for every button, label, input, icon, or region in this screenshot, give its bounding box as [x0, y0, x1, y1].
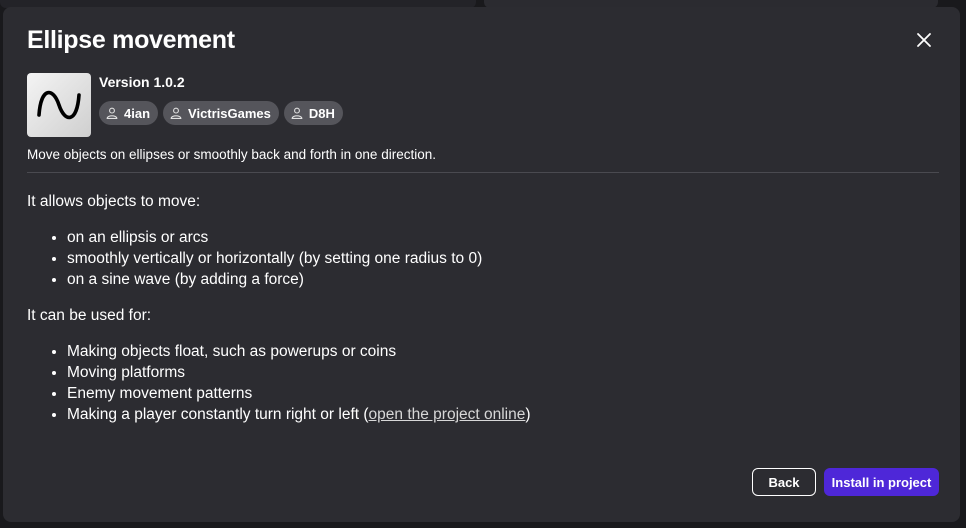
close-button[interactable] — [911, 27, 937, 53]
person-icon — [106, 107, 118, 119]
sine-wave-icon — [37, 90, 81, 120]
list-item: smoothly vertically or horizontally (by … — [67, 248, 927, 269]
description-paragraph: It can be used for: — [27, 307, 152, 324]
list-item-text: Making a player constantly turn right or… — [67, 406, 369, 423]
version-label: Version 1.0.2 — [99, 74, 185, 90]
list-item-text: ) — [525, 406, 531, 423]
list-item: Moving platforms — [67, 362, 927, 383]
author-list: 4ian VictrisGames D8H — [99, 101, 343, 125]
short-description: Move objects on ellipses or smoothly bac… — [27, 147, 436, 162]
list-item: Making objects float, such as powerups o… — [67, 341, 927, 362]
description-list: on an ellipsis or arcs smoothly vertical… — [27, 227, 927, 290]
dialog-title: Ellipse movement — [27, 26, 235, 54]
author-name: D8H — [308, 105, 335, 121]
person-icon — [291, 107, 303, 119]
author-chip[interactable]: VictrisGames — [163, 101, 279, 125]
open-project-link[interactable]: open the project online — [369, 406, 526, 423]
extension-details-dialog: Ellipse movement Version 1.0.2 4ian Vict… — [3, 7, 960, 522]
description-paragraph: It allows objects to move: — [27, 193, 201, 210]
author-name: 4ian — [124, 105, 151, 121]
description-list: Making objects float, such as powerups o… — [27, 341, 927, 425]
extension-thumbnail — [27, 73, 91, 137]
divider — [27, 172, 939, 173]
back-button[interactable]: Back — [752, 468, 816, 496]
list-item: on an ellipsis or arcs — [67, 227, 927, 248]
author-chip[interactable]: 4ian — [99, 101, 159, 125]
install-button[interactable]: Install in project — [824, 468, 939, 496]
close-icon — [917, 33, 931, 47]
author-chip[interactable]: D8H — [283, 101, 343, 125]
person-icon — [170, 107, 182, 119]
full-description: It allows objects to move: on an ellipsi… — [27, 191, 927, 440]
list-item: on a sine wave (by adding a force) — [67, 269, 927, 290]
list-item: Making a player constantly turn right or… — [67, 404, 927, 425]
author-name: VictrisGames — [188, 105, 271, 121]
list-item: Enemy movement patterns — [67, 383, 927, 404]
